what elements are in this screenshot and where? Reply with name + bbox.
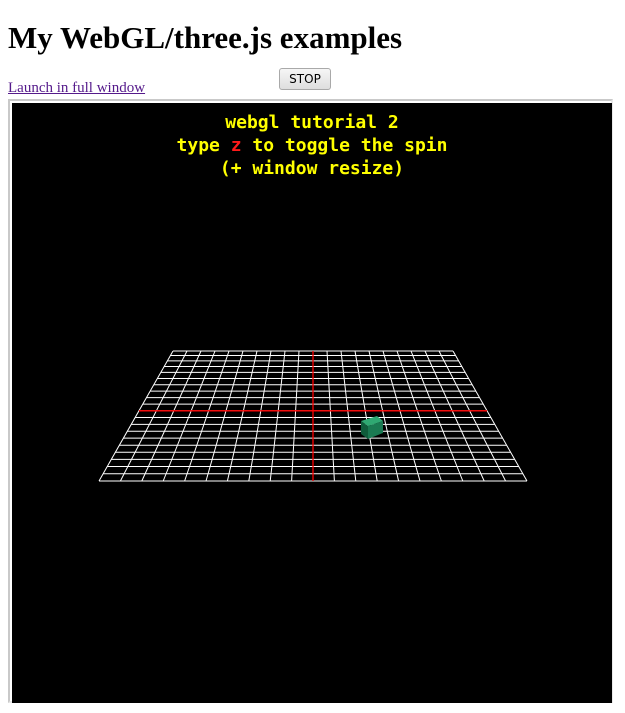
overlay-prefix: type bbox=[176, 135, 231, 156]
overlay-resize-note: (+ window resize) bbox=[219, 158, 405, 179]
grid-column-line bbox=[438, 350, 507, 482]
overlay-suffix: to toggle the spin bbox=[241, 135, 448, 156]
launch-full-window-link[interactable]: Launch in full window bbox=[8, 79, 145, 97]
overlay-title: webgl tutorial 2 bbox=[225, 112, 399, 133]
overlay-instruction: type z to toggle the spin bbox=[12, 134, 612, 157]
grid-column-line bbox=[452, 350, 528, 482]
page-title: My WebGL/three.js examples bbox=[8, 20, 403, 55]
instructions-overlay: webgl tutorial 2 type z to toggle the sp… bbox=[12, 111, 612, 180]
grid-column-line bbox=[98, 350, 174, 482]
scene-render bbox=[98, 350, 528, 482]
cube bbox=[361, 416, 383, 439]
grid-column-line bbox=[119, 350, 188, 482]
grid-column-line bbox=[340, 350, 357, 482]
grid-column-line bbox=[382, 350, 421, 482]
stop-button[interactable]: STOP bbox=[279, 68, 331, 90]
grid-column-line bbox=[291, 350, 300, 482]
grid-column-line bbox=[205, 350, 244, 482]
webgl-canvas[interactable]: webgl tutorial 2 type z to toggle the sp… bbox=[12, 103, 612, 703]
webgl-viewport[interactable]: webgl tutorial 2 type z to toggle the sp… bbox=[8, 99, 613, 703]
overlay-key: z bbox=[230, 135, 242, 156]
grid-column-line bbox=[326, 350, 335, 482]
grid-column-line bbox=[269, 350, 286, 482]
